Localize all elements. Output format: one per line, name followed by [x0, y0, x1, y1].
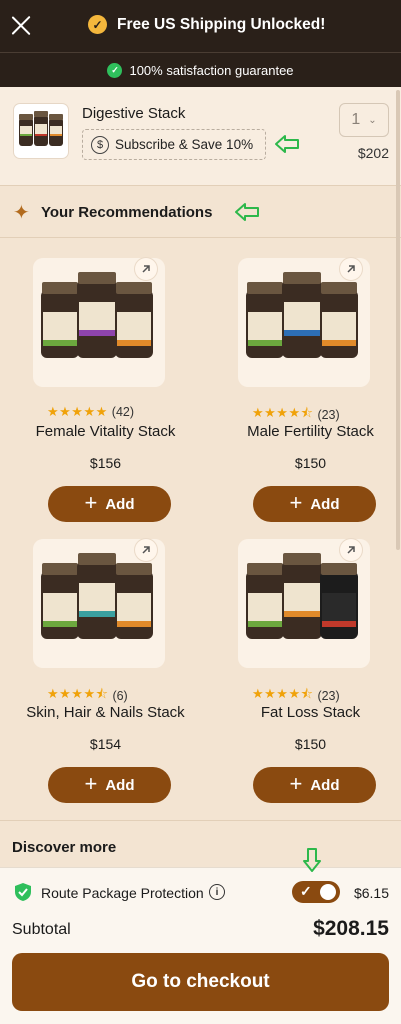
add-button-label: Add [310, 776, 340, 794]
add-button-label: Add [105, 495, 135, 513]
discover-more-title: Discover more [12, 839, 117, 856]
product-price: $154 [89, 736, 122, 752]
checkout-button[interactable]: Go to checkout [12, 953, 389, 1011]
product-price: $150 [294, 455, 327, 471]
check-circle-icon: ✓ [107, 62, 123, 78]
recommendations-title: Your Recommendations [41, 204, 213, 221]
route-protection-toggle[interactable]: ✓ [292, 881, 340, 903]
product-name[interactable]: Male Fertility Stack [208, 423, 401, 440]
toggle-knob [320, 884, 336, 900]
recommendations-header: ✦ Your Recommendations [0, 186, 401, 238]
add-to-cart-button[interactable]: + Add [48, 486, 171, 522]
checkout-footer: Route Package Protection i ✓ $6.15 Subto… [0, 848, 401, 1024]
star-rating-icon: ★★★★★ [47, 404, 108, 419]
cart-item-thumbnail [14, 104, 68, 158]
plus-icon: + [289, 771, 303, 796]
subscribe-label: Subscribe & Save 10% [115, 137, 254, 152]
cart-item: Digestive Stack $ Subscribe & Save 10% 1… [0, 87, 401, 186]
add-button-label: Add [105, 776, 135, 794]
add-to-cart-button[interactable]: + Add [48, 767, 171, 803]
add-to-cart-button[interactable]: + Add [253, 486, 376, 522]
product-rating: ★★★★★ (42) [47, 404, 134, 420]
review-count: (23) [317, 408, 340, 422]
guarantee-text: 100% satisfaction guarantee [129, 62, 294, 78]
scrollbar[interactable] [396, 90, 400, 550]
review-count: (6) [112, 689, 128, 703]
annotation-arrow-icon [303, 848, 321, 872]
guarantee-bar: ✓ 100% satisfaction guarantee [0, 52, 401, 87]
plus-icon: + [84, 771, 98, 796]
check-icon: ✓ [300, 883, 312, 899]
route-protection-label: Route Package Protection [41, 885, 204, 901]
quantity-value: 1 [351, 111, 361, 128]
external-link-icon[interactable] [135, 258, 157, 280]
external-link-icon[interactable] [340, 258, 362, 280]
route-protection-price: $6.15 [353, 885, 389, 901]
sparkle-icon: ✦ [13, 202, 30, 224]
close-icon[interactable] [10, 14, 32, 36]
dollar-circle-icon: $ [91, 135, 109, 154]
product-price: $150 [294, 736, 327, 752]
info-icon[interactable]: i [209, 884, 225, 900]
add-button-label: Add [310, 495, 340, 513]
annotation-arrow-icon [235, 203, 259, 221]
quantity-select[interactable]: 1 ⌄ [339, 103, 389, 137]
review-count: (23) [317, 689, 340, 703]
chevron-down-icon: ⌄ [368, 114, 377, 126]
external-link-icon[interactable] [135, 539, 157, 561]
add-to-cart-button[interactable]: + Add [253, 767, 376, 803]
top-bar: ✓ Free US Shipping Unlocked! [0, 0, 401, 52]
shipping-text: Free US Shipping Unlocked! [117, 15, 326, 33]
subtotal-value: $208.15 [313, 917, 389, 940]
product-name[interactable]: Fat Loss Stack [208, 704, 401, 721]
discover-more-section: Discover more [0, 820, 401, 868]
annotation-arrow-icon [275, 135, 299, 153]
plus-icon: + [289, 490, 303, 515]
cart-item-price: $202 [357, 145, 389, 161]
subscribe-save-button[interactable]: $ Subscribe & Save 10% [82, 129, 266, 160]
plus-icon: + [84, 490, 98, 515]
product-price: $156 [89, 455, 122, 471]
review-count: (42) [111, 405, 135, 419]
check-circle-icon: ✓ [88, 15, 107, 34]
product-name[interactable]: Skin, Hair & Nails Stack [3, 704, 208, 721]
product-name[interactable]: Female Vitality Stack [3, 423, 208, 440]
cart-item-title: Digestive Stack [82, 105, 186, 122]
shipping-banner: ✓ Free US Shipping Unlocked! [88, 15, 325, 34]
external-link-icon[interactable] [340, 539, 362, 561]
subtotal-label: Subtotal [12, 921, 71, 938]
shield-check-icon [15, 883, 31, 901]
